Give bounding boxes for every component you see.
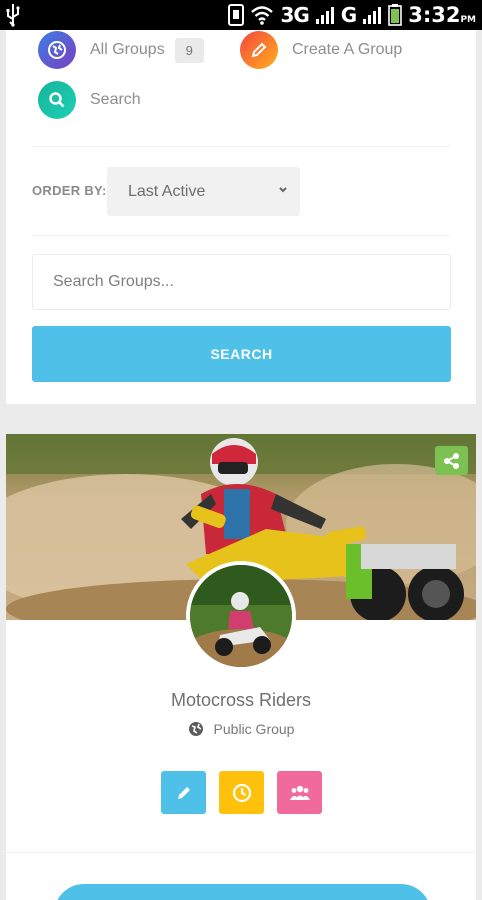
clock-icon	[232, 783, 251, 802]
group-privacy: Public Group	[6, 721, 476, 737]
members-icon	[289, 785, 310, 800]
search-button[interactable]: SEARCH	[32, 326, 451, 382]
order-by-label: ORDER BY:	[32, 183, 107, 198]
nav-search[interactable]: Search	[38, 81, 141, 119]
globe-icon	[188, 722, 203, 736]
wifi-icon	[251, 6, 274, 25]
divider	[32, 235, 450, 236]
groups-count-badge: 9	[174, 37, 204, 63]
nav-create-group[interactable]: Create A Group	[240, 31, 402, 69]
nav-search-label: Search	[90, 91, 141, 108]
chevron-down-icon	[279, 187, 287, 193]
group-card[interactable]: Motocross Riders Public Group	[6, 434, 476, 900]
group-avatar[interactable]	[186, 561, 296, 671]
order-by-value: Last Active	[128, 182, 206, 200]
signal-icon	[315, 7, 334, 24]
sim-icon	[228, 4, 245, 26]
group-name[interactable]: Motocross Riders	[6, 690, 476, 711]
group-activity-button[interactable]	[219, 771, 264, 814]
network-type-1: 3G	[280, 3, 309, 27]
divider	[6, 852, 476, 853]
share-button[interactable]	[435, 446, 468, 475]
nav-all-groups[interactable]: All Groups 9	[38, 31, 204, 69]
edit-group-button[interactable]	[161, 771, 206, 814]
network-type-2: G	[340, 3, 357, 27]
clock-time: 3:32PM	[408, 3, 476, 27]
usb-icon	[6, 4, 20, 27]
pencil-icon	[177, 786, 190, 799]
groups-filter-panel: All Groups 9 Create A Group Search ORDER…	[6, 30, 476, 404]
pencil-icon	[240, 31, 278, 69]
signal-icon	[363, 7, 382, 24]
group-actions	[161, 771, 322, 814]
share-icon	[443, 452, 459, 469]
battery-icon	[388, 4, 403, 26]
nav-all-groups-label: All Groups	[90, 41, 165, 58]
group-members-button[interactable]	[277, 771, 322, 814]
status-bar: 3G G 3:32PM	[0, 0, 482, 30]
divider	[32, 146, 450, 147]
search-icon	[38, 81, 76, 119]
globe-icon	[38, 31, 76, 69]
group-privacy-label: Public Group	[213, 721, 295, 737]
search-groups-input[interactable]	[32, 254, 451, 310]
order-by-select[interactable]: Last Active	[107, 167, 300, 216]
nav-create-group-label: Create A Group	[292, 41, 403, 58]
group-primary-button[interactable]	[54, 884, 431, 900]
